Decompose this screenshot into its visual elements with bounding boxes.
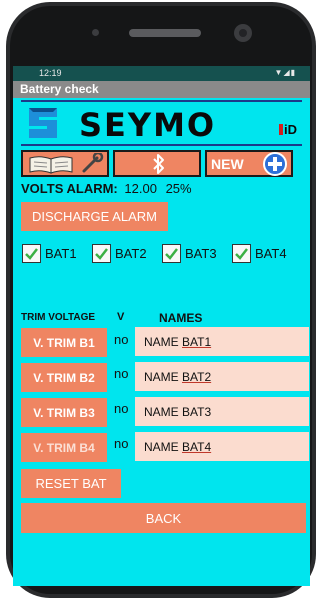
trim-b2-label: V. TRIM B2	[33, 371, 95, 385]
status-time: 12:19	[39, 68, 62, 78]
volts-alarm-label: VOLTS ALARM:	[21, 181, 118, 196]
reset-bat-button[interactable]: RESET BAT	[21, 469, 121, 498]
battery-status-icon: ▮	[290, 68, 296, 77]
v-header: V	[117, 311, 125, 323]
bat3-name-field[interactable]: NAME BAT3	[135, 397, 309, 426]
trim-b4-button[interactable]: V. TRIM B4	[21, 433, 107, 462]
wrench-icon	[82, 153, 104, 173]
bluetooth-icon	[153, 154, 164, 174]
manual-settings-button[interactable]	[21, 150, 109, 177]
trim-b4-value: no	[114, 436, 129, 451]
brand-badge-text: iD	[284, 122, 297, 137]
bat3-label: BAT3	[185, 246, 217, 261]
checkbox-box[interactable]	[92, 244, 111, 263]
trim-b4-label: V. TRIM B4	[33, 441, 95, 455]
back-label: BACK	[145, 511, 182, 526]
proximity-sensor	[92, 29, 99, 36]
checkbox-box[interactable]	[162, 244, 181, 263]
battery-bar-icon	[279, 124, 283, 135]
bat4-name-text: NAME BAT4	[144, 440, 212, 454]
bat4-name-field[interactable]: NAME BAT4	[135, 432, 309, 461]
trim-voltage-header: TRIM VOLTAGE	[21, 312, 96, 323]
volts-alarm-row: VOLTS ALARM: 12.00 25%	[21, 181, 192, 196]
book-icon	[29, 156, 73, 174]
bat2-name-field[interactable]: NAME BAT2	[135, 362, 309, 391]
bluetooth-button[interactable]	[113, 150, 201, 177]
bat2-label: BAT2	[115, 246, 147, 261]
trim-b3-label: V. TRIM B3	[33, 406, 95, 420]
app-title-bar: Battery check	[13, 81, 310, 98]
trim-b1-label: V. TRIM B1	[33, 336, 95, 350]
app-title: Battery check	[20, 82, 99, 96]
bat2-name-text: NAME BAT2	[144, 370, 212, 384]
brand-name: SEYMO	[79, 106, 217, 144]
app-screen: 12:19 ▼◢▮ Battery check SEYMO iD NEW VOL…	[13, 66, 310, 586]
plus-circle-icon	[263, 152, 287, 176]
trim-b3-button[interactable]: V. TRIM B3	[21, 398, 107, 427]
checkmark-icon	[25, 248, 38, 260]
discharge-alarm-button[interactable]: DISCHARGE ALARM	[21, 202, 168, 231]
front-camera-icon	[234, 24, 252, 42]
bat1-name-field[interactable]: NAME BAT1	[135, 327, 309, 356]
bat3-name-text: NAME BAT3	[144, 405, 212, 419]
new-button-label: NEW	[211, 156, 244, 172]
trim-b2-button[interactable]: V. TRIM B2	[21, 363, 107, 392]
new-button[interactable]: NEW	[205, 150, 293, 177]
checkbox-box[interactable]	[22, 244, 41, 263]
names-header: NAMES	[159, 311, 203, 325]
signal-icon: ◢	[283, 68, 291, 77]
seymo-logo-icon	[29, 108, 57, 138]
checkmark-icon	[95, 248, 108, 260]
brand-header: SEYMO iD	[21, 100, 302, 146]
discharge-alarm-label: DISCHARGE ALARM	[32, 209, 157, 224]
status-icons: ▼◢▮	[275, 68, 296, 77]
trim-b1-button[interactable]: V. TRIM B1	[21, 328, 107, 357]
earpiece-speaker	[129, 29, 201, 37]
checkmark-icon	[165, 248, 178, 260]
brand-badge: iD	[279, 122, 297, 137]
bat4-label: BAT4	[255, 246, 287, 261]
volts-alarm-percent: 25%	[165, 181, 192, 196]
trim-b2-value: no	[114, 366, 129, 381]
trim-b1-value: no	[114, 332, 129, 347]
bat1-label: BAT1	[45, 246, 77, 261]
reset-bat-label: RESET BAT	[35, 476, 107, 491]
back-button[interactable]: BACK	[21, 503, 306, 533]
trim-b3-value: no	[114, 401, 129, 416]
bat1-name-text: NAME BAT1	[144, 335, 212, 349]
checkmark-icon	[235, 248, 248, 260]
volts-alarm-value: 12.00	[124, 181, 157, 196]
status-bar: 12:19 ▼◢▮	[13, 66, 310, 81]
checkbox-box[interactable]	[232, 244, 251, 263]
